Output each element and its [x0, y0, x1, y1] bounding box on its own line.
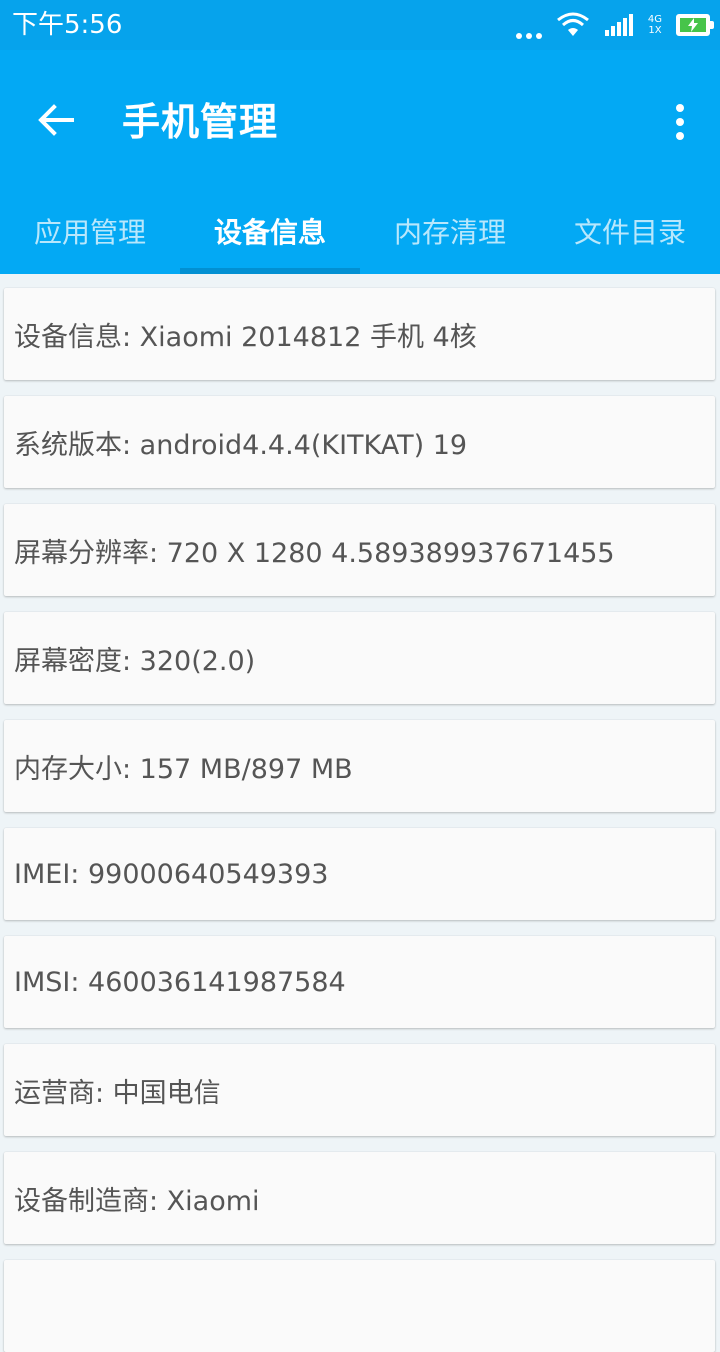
list-item[interactable]: 屏幕分辨率: 720 X 1280 4.589389937671455 — [4, 504, 715, 596]
list-item-text: IMEI: 99000640549393 — [14, 858, 329, 890]
status-icons: 4G 1X — [515, 0, 714, 50]
list-item[interactable]: 内存大小: 157 MB/897 MB — [4, 720, 715, 812]
list-item-text: IMSI: 460036141987584 — [14, 966, 346, 998]
tab-bar: 应用管理 设备信息 内存清理 文件目录 — [0, 188, 720, 274]
list-item[interactable]: IMSI: 460036141987584 — [4, 936, 715, 1028]
back-button[interactable] — [28, 92, 84, 148]
list-item[interactable]: 设备制造商: Xiaomi — [4, 1152, 715, 1244]
tab-app-management[interactable]: 应用管理 — [0, 188, 180, 274]
list-item-text: 运营商: 中国电信 — [14, 1077, 221, 1109]
list-item-text: 屏幕分辨率: 720 X 1280 4.589389937671455 — [14, 537, 615, 569]
page-title: 手机管理 — [122, 100, 279, 144]
tab-device-info[interactable]: 设备信息 — [180, 188, 360, 274]
dots-icon — [515, 11, 542, 39]
status-bar: 下午5:56 4G 1X — [0, 0, 720, 50]
battery-charging-icon — [676, 14, 714, 36]
arrow-left-icon — [38, 104, 74, 136]
more-options-button[interactable] — [660, 94, 700, 150]
wifi-icon — [556, 12, 589, 36]
list-item[interactable]: 设备信息: Xiaomi 2014812 手机 4核 — [4, 288, 715, 380]
list-item[interactable] — [4, 1260, 715, 1352]
signal-icon — [604, 14, 633, 36]
app-bar: 手机管理 应用管理 设备信息 内存清理 文件目录 — [0, 50, 720, 274]
list-item-text: 设备信息: Xiaomi 2014812 手机 4核 — [14, 321, 477, 353]
list-item-text: 系统版本: android4.4.4(KITKAT) 19 — [14, 429, 468, 461]
more-vertical-icon — [676, 104, 684, 112]
tab-file-directory[interactable]: 文件目录 — [540, 188, 720, 274]
tab-indicator — [180, 268, 360, 274]
network-type: 4G 1X — [647, 14, 662, 36]
tab-memory-clean[interactable]: 内存清理 — [360, 188, 540, 274]
list-item-text: 设备制造商: Xiaomi — [14, 1185, 260, 1217]
list-item-text: 屏幕密度: 320(2.0) — [14, 645, 256, 677]
list-item-text: 内存大小: 157 MB/897 MB — [14, 753, 353, 785]
list-item[interactable]: 屏幕密度: 320(2.0) — [4, 612, 715, 704]
list-item[interactable]: IMEI: 99000640549393 — [4, 828, 715, 920]
list-item[interactable]: 运营商: 中国电信 — [4, 1044, 715, 1136]
status-time: 下午5:56 — [12, 10, 123, 40]
list-item[interactable]: 系统版本: android4.4.4(KITKAT) 19 — [4, 396, 715, 488]
